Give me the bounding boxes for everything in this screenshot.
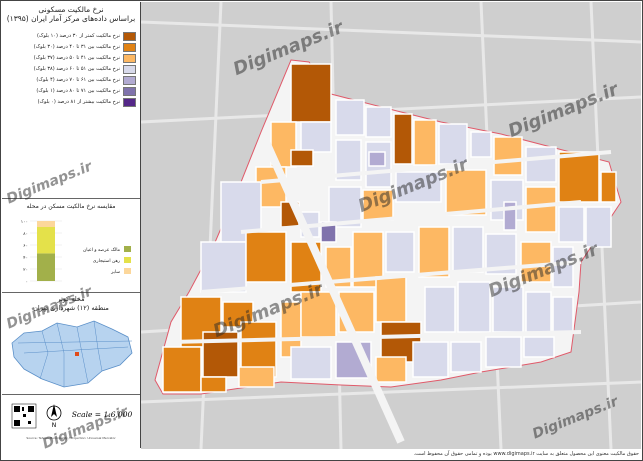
map-block [375,356,407,383]
legend-item: نرخ مالکیت بین ۵۱ تا ۶۰ درصد (۳۸ بلوک) [33,64,136,74]
map-block [200,376,227,393]
map-block [393,113,413,165]
map-block [525,186,557,233]
legend-label: نرخ مالکیت بین ۶۱ تا ۷۰ درصد (۴ بلوک) [36,77,120,83]
map-block [452,226,484,273]
chart-legend-swatch [124,246,131,252]
map-block [290,149,314,167]
map-block [368,151,386,167]
map-block [525,146,557,183]
legend-swatch [123,75,136,85]
legend-label: نرخ مالکیت بین ۴۱ تا ۵۰ درصد (۳۷ بلوک) [33,55,120,61]
map-block [365,106,392,138]
tick-label: ۶۰ [23,244,28,249]
legend-item: نرخ مالکیت بین ۶۱ تا ۷۰ درصد (۴ بلوک) [36,75,136,85]
chart-legend-swatch [124,268,131,274]
map-block [245,231,287,283]
neighborhood-map[interactable] [141,2,641,449]
map-area[interactable] [141,2,641,449]
legend-swatch [123,86,136,96]
legend-label: نرخ مالکیت کمتر از ۳۰ درصد (۱۰ بلوک) [36,33,120,39]
tick-label: ۱۰۰ [21,220,28,225]
map-subtitle: براساس داده‌های مرکز آمار ایران (۱۳۹۵) [6,14,136,23]
tick-label: ۰ [26,280,28,285]
legend-swatch [123,53,136,63]
map-block [558,151,600,203]
bar-segment [37,253,55,281]
tehran-outline [11,320,133,388]
map-block [552,296,574,333]
legend-swatch [123,97,136,107]
map-block [375,276,407,323]
legend-panel: نرخ مالکیت مسکونی براساس داده‌های مرکز آ… [2,2,141,448]
neighborhood-marker [75,352,79,356]
map-block [470,131,492,158]
bar-segment [37,227,55,254]
map-block [238,366,275,388]
map-block [450,341,482,373]
chart-legend-swatch [124,257,131,263]
tick-label: ۴۰ [23,256,28,261]
stacked-bar-chart: ۱۰۰ ۸۰ ۶۰ ۴۰ ۲۰ ۰ مالک عرصه و اعیان رهن استیجار… [21,220,131,285]
map-block [200,241,247,293]
map-block [485,336,522,368]
map-block [300,121,332,153]
legend-swatch [123,64,136,74]
map-block [335,99,365,136]
chart-section: مقایسه نرخ مالکیت مسکن در محله ۱۰۰ ۸۰ ۶۰ ۴۰… [2,199,140,293]
legend-label: نرخ مالکیت بین ۵۱ تا ۶۰ درصد (۳۸ بلوک) [33,66,120,72]
chart-legend-label: سایر [110,270,120,275]
legend-label: نرخ مالکیت بین ۳۱ تا ۴۰ درصد (۳۰ بلوک) [33,44,120,50]
map-block [424,286,456,333]
map-block [493,136,523,176]
map-block [600,171,617,203]
map-block [413,119,437,166]
legend-item: نرخ مالکیت کمتر از ۳۰ درصد (۱۰ بلوک) [36,31,136,41]
legend-item: نرخ مالکیت بین ۷۱ تا ۸۰ درصد (۱ بلوک) [36,86,136,96]
map-title: نرخ مالکیت مسکونی [38,5,104,14]
map-block [385,231,415,273]
locator-section: محله کوثر منطقه (۱۲) شهرداری تهران [2,293,140,395]
map-block [412,341,449,378]
chart-legend-label: مالک عرصه و اعیان [83,247,121,253]
legend-item: نرخ مالکیت بین ۳۱ تا ۴۰ درصد (۳۰ بلوک) [33,42,136,52]
bar-segment [37,221,55,227]
tick-label: ۸۰ [23,232,28,237]
map-block [457,281,491,333]
legend-swatch [123,42,136,52]
map-block [525,291,552,333]
legend-label: نرخ مالکیت بیشتر از ۸۱ درصد (۰ بلوک) [37,99,120,105]
map-block [162,346,202,393]
map-block [418,226,450,278]
north-arrow-icon [46,404,62,421]
map-block [523,336,555,358]
map-block [290,63,332,123]
tick-label: ۲۰ [23,268,28,273]
chart-legend-label: رهن استیجاری [93,259,120,264]
copyright-footer: حقوق مالکیت معنوی این محصول متعلق به سای… [413,451,639,457]
legend-label: نرخ مالکیت بین ۷۱ تا ۸۰ درصد (۱ بلوک) [36,88,120,94]
map-block [290,346,332,380]
legend-item: نرخ مالکیت بین ۴۱ تا ۵۰ درصد (۳۷ بلوک) [33,53,136,63]
map-block [558,206,585,243]
legend-item: نرخ مالکیت بیشتر از ۸۱ درصد (۰ بلوک) [37,97,136,107]
north-label: N [52,422,57,429]
qr-code-icon [11,403,37,429]
legend-swatch [123,31,136,41]
